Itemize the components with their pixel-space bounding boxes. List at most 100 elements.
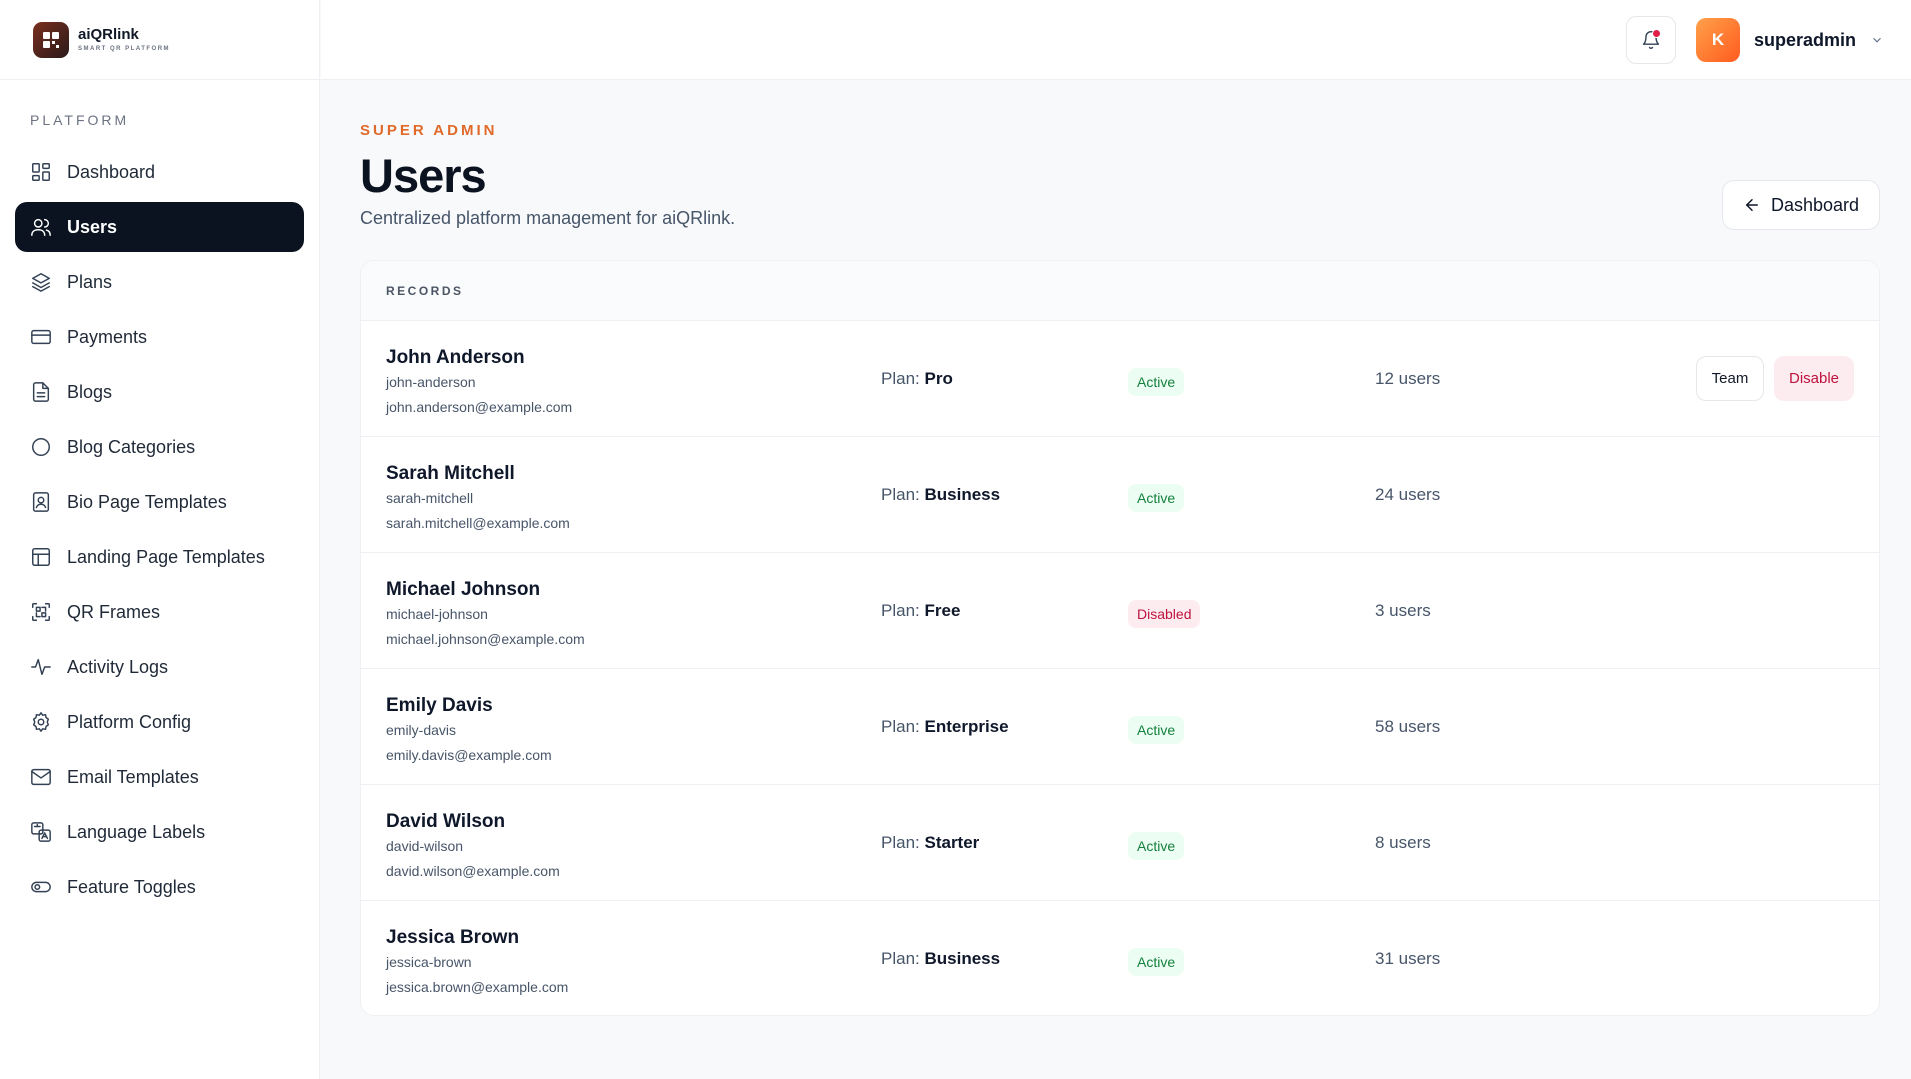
- brand-name: aiQRlink: [78, 25, 139, 43]
- user-row-name: Sarah Mitchell: [386, 463, 515, 484]
- user-row-email: emily.davis@example.com: [386, 747, 552, 763]
- user-row-email: jessica.brown@example.com: [386, 979, 569, 995]
- back-button-label: Dashboard: [1770, 194, 1860, 215]
- status-badge: Active: [1128, 368, 1185, 396]
- records-card: RECORDS John Anderson john-anderson john…: [360, 260, 1880, 1016]
- team-button[interactable]: Team: [1696, 356, 1764, 401]
- user-row-name: Michael Johnson: [386, 579, 541, 600]
- user-row-email: michael.johnson@example.com: [386, 631, 585, 647]
- user-row-email: david.wilson@example.com: [386, 863, 560, 879]
- plan-value: Business: [924, 485, 1001, 504]
- user-row-plan: Plan: Business: [881, 949, 1000, 969]
- activity-icon: [30, 656, 52, 678]
- layers-icon: [30, 271, 52, 293]
- user-row-slug: john-anderson: [386, 374, 476, 390]
- sidebar-section-label: PLATFORM: [30, 112, 130, 128]
- chevron-down-icon: [1870, 33, 1884, 47]
- user-row-name: David Wilson: [386, 811, 506, 832]
- user-row-email: john.anderson@example.com: [386, 399, 573, 415]
- plan-value: Business: [924, 949, 1001, 968]
- sidebar-item-label: Email Templates: [67, 766, 199, 787]
- status-badge: Disabled: [1128, 600, 1201, 628]
- user-row-email: sarah.mitchell@example.com: [386, 515, 570, 531]
- sidebar-item-dashboard[interactable]: Dashboard: [15, 147, 304, 197]
- user-row-slug: michael-johnson: [386, 606, 488, 622]
- user-row-plan: Plan: Business: [881, 485, 1000, 505]
- user-row-plan: Plan: Pro: [881, 369, 953, 389]
- sidebar-nav: Dashboard Users Plans Payments Blogs Blo…: [0, 147, 319, 912]
- sidebar-item-label: Plans: [67, 271, 113, 292]
- sidebar-item-label: Landing Page Templates: [67, 546, 265, 567]
- sidebar-item-blogs[interactable]: Blogs: [15, 367, 304, 417]
- translate-icon: [30, 821, 52, 843]
- plan-value: Enterprise: [924, 717, 1009, 736]
- sidebar-item-label: Feature Toggles: [67, 876, 196, 897]
- sidebar-item-payments[interactable]: Payments: [15, 312, 304, 362]
- user-row-plan: Plan: Starter: [881, 833, 979, 853]
- qr-scan-icon: [30, 601, 52, 623]
- user-row-count: 24 users: [1375, 485, 1441, 504]
- sidebar-item-label: QR Frames: [67, 601, 161, 622]
- circle-icon: [30, 436, 52, 458]
- sidebar-item-plans[interactable]: Plans: [15, 257, 304, 307]
- table-row: Emily Davis emily-davis emily.davis@exam…: [361, 669, 1879, 785]
- notification-dot: [1652, 29, 1661, 38]
- table-row: Sarah Mitchell sarah-mitchell sarah.mitc…: [361, 437, 1879, 553]
- sidebar-item-label: Payments: [67, 326, 148, 347]
- sidebar-item-blog-categories[interactable]: Blog Categories: [15, 422, 304, 472]
- sidebar-item-bio-page-templates[interactable]: Bio Page Templates: [15, 477, 304, 527]
- user-name: superadmin: [1754, 29, 1857, 50]
- sidebar-item-language-labels[interactable]: Language Labels: [15, 807, 304, 857]
- sidebar-item-label: Bio Page Templates: [67, 491, 227, 512]
- sidebar-item-label: Language Labels: [67, 821, 206, 842]
- plan-value: Free: [924, 601, 961, 620]
- id-badge-icon: [30, 491, 52, 513]
- sidebar-item-users[interactable]: Users: [15, 202, 304, 252]
- arrow-left-icon: [1743, 196, 1771, 214]
- user-row-slug: jessica-brown: [386, 954, 472, 970]
- layout-icon: [30, 546, 52, 568]
- avatar: K: [1696, 18, 1740, 62]
- user-row-count: 8 users: [1375, 833, 1431, 852]
- plan-prefix: Plan:: [881, 369, 920, 388]
- table-row: David Wilson david-wilson david.wilson@e…: [361, 785, 1879, 901]
- back-to-dashboard-button[interactable]: Dashboard: [1722, 180, 1880, 230]
- table-row: Michael Johnson michael-johnson michael.…: [361, 553, 1879, 669]
- user-row-name: Jessica Brown: [386, 927, 520, 948]
- user-row-count: 31 users: [1375, 949, 1441, 968]
- sidebar: aiQRlink SMART QR PLATFORM PLATFORM Dash…: [0, 0, 320, 1079]
- sidebar-item-qr-frames[interactable]: QR Frames: [15, 587, 304, 637]
- sidebar-item-label: Platform Config: [67, 711, 192, 732]
- sidebar-item-landing-page-templates[interactable]: Landing Page Templates: [15, 532, 304, 582]
- users-icon: [30, 216, 52, 238]
- sidebar-item-email-templates[interactable]: Email Templates: [15, 752, 304, 802]
- plan-prefix: Plan:: [881, 601, 920, 620]
- grid-icon: [30, 161, 52, 183]
- mail-icon: [30, 766, 52, 788]
- plan-prefix: Plan:: [881, 717, 920, 736]
- plan-value: Starter: [924, 833, 980, 852]
- document-icon: [30, 381, 52, 403]
- status-badge: Active: [1128, 716, 1185, 744]
- user-row-slug: sarah-mitchell: [386, 490, 474, 506]
- page-title: Users: [360, 149, 487, 202]
- sidebar-item-label: Users: [67, 216, 118, 237]
- records-heading: RECORDS: [361, 261, 1879, 321]
- top-bar: K superadmin: [321, 0, 1911, 80]
- sidebar-item-label: Blog Categories: [67, 436, 196, 457]
- user-row-count: 58 users: [1375, 717, 1441, 736]
- user-row-name: John Anderson: [386, 347, 525, 368]
- brand-tagline: SMART QR PLATFORM: [78, 45, 171, 52]
- disable-button[interactable]: Disable: [1774, 356, 1854, 401]
- brand[interactable]: aiQRlink SMART QR PLATFORM: [0, 0, 319, 80]
- user-row-name: Emily Davis: [386, 695, 493, 716]
- sidebar-item-platform-config[interactable]: Platform Config: [15, 697, 304, 747]
- user-row-plan: Plan: Free: [881, 601, 960, 621]
- sidebar-item-label: Activity Logs: [67, 656, 169, 677]
- page-eyebrow: SUPER ADMIN: [360, 122, 498, 139]
- notifications-button[interactable]: [1626, 16, 1676, 64]
- user-menu[interactable]: K superadmin: [1696, 17, 1884, 63]
- sidebar-item-activity-logs[interactable]: Activity Logs: [15, 642, 304, 692]
- sidebar-item-feature-toggles[interactable]: Feature Toggles: [15, 862, 304, 912]
- table-row: John Anderson john-anderson john.anderso…: [361, 321, 1879, 437]
